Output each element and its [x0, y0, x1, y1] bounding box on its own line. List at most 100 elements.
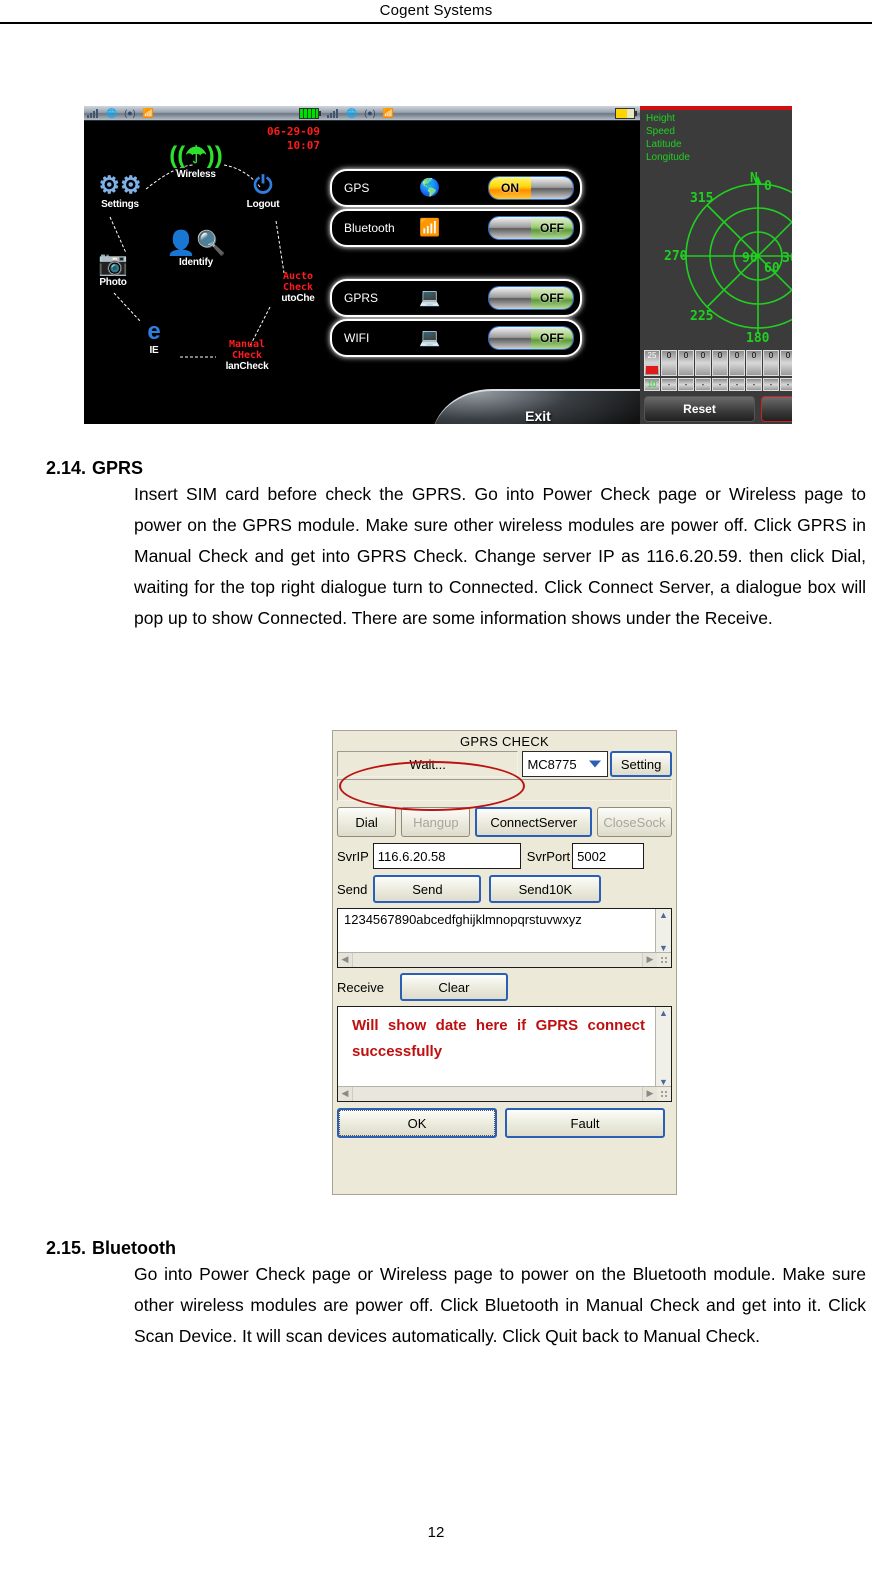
scroll-right-icon[interactable]: ▶: [643, 1087, 657, 1101]
desktop-icon-photo[interactable]: 📷 Photo: [84, 250, 146, 289]
close-sock-button-label: CloseSock: [603, 814, 666, 830]
antenna-icon: (●): [124, 107, 136, 118]
header-divider: [0, 22, 872, 24]
send-horizontal-scrollbar[interactable]: ◀ ▶: [338, 952, 671, 967]
desktop-icon-label: Wireless: [176, 169, 216, 180]
gprs-server-row: SvrIP 116.6.20.58 SvrPort 5002: [333, 843, 676, 869]
gprs-receive-row: Receive Clear: [333, 973, 676, 1001]
exit-button[interactable]: Exit: [432, 389, 640, 424]
exit-button-label: Exit: [525, 408, 551, 424]
scroll-up-icon[interactable]: ▲: [659, 909, 668, 921]
svg-text:90: 90: [742, 251, 758, 266]
toggle-switch-bluetooth[interactable]: OFF: [488, 216, 574, 240]
globe-icon: 🌐: [106, 107, 118, 118]
page-number: 12: [427, 1524, 445, 1541]
dial-button[interactable]: Dial: [337, 807, 397, 837]
resize-grip-icon[interactable]: [657, 1087, 671, 1101]
page-footer: 12: [0, 1524, 872, 1541]
toggle-knob: [489, 217, 531, 239]
gps-satellite-bars: 25 0 0 0 0 0 0 0 0 0 0 0 0 10 - - - -: [644, 350, 792, 391]
resize-grip-icon[interactable]: [657, 953, 671, 967]
toggle-knob: [531, 177, 573, 199]
gps-sat-cell: -: [763, 378, 779, 391]
ok-button-label: OK: [407, 1115, 427, 1131]
toggle-switch-gps[interactable]: ON: [488, 176, 574, 200]
modem-select[interactable]: MC8775: [522, 751, 609, 777]
section-bluetooth-title: Bluetooth: [92, 1238, 176, 1258]
gps-button-row: Reset Quit: [644, 396, 792, 422]
send10k-button-label: Send10K: [518, 881, 573, 897]
clear-button-label: Clear: [438, 979, 470, 995]
scroll-track[interactable]: [352, 1087, 643, 1101]
gps-quit-button[interactable]: Quit: [761, 396, 792, 422]
gps-sat-cell: 0: [695, 350, 711, 376]
receive-vertical-scrollbar[interactable]: ▲ ▼: [655, 1007, 671, 1088]
send10k-button[interactable]: Send10K: [489, 875, 602, 903]
svg-text:270: 270: [664, 249, 688, 264]
hangup-button-label: Hangup: [413, 814, 459, 830]
toggle-label: WIFI: [344, 331, 370, 345]
toggle-label: GPRS: [344, 291, 379, 305]
pda-gps-check-pane: Height 0.000 M Speed 0.000 KM/h Latitude In…: [640, 106, 792, 424]
send-button[interactable]: Send: [373, 875, 482, 903]
send-button-label: Send: [412, 881, 443, 897]
globe-icon: 🌐: [346, 107, 358, 118]
power-toggle-list: GPS 🌎 ON Bluetooth 📶 OFF GPRS 💻 OFF WIFI…: [324, 121, 640, 424]
scroll-left-icon[interactable]: ◀: [338, 1087, 352, 1101]
send-textarea-content: 1234567890abcedfghijklmnopqrstuvwxyz: [344, 912, 582, 927]
ok-button[interactable]: OK: [337, 1108, 497, 1138]
toggle-switch-gprs[interactable]: OFF: [488, 286, 574, 310]
toggle-state-label: OFF: [531, 217, 573, 239]
toggle-row-wifi[interactable]: WIFI 💻 OFF: [330, 319, 582, 357]
desktop-icon-identify[interactable]: 👤🔍 Identify: [160, 231, 232, 269]
svg-text:315: 315: [690, 191, 713, 206]
gps-readout-label: Latitude: [646, 139, 682, 150]
gps-reset-button[interactable]: Reset: [644, 396, 755, 422]
section-gprs: 2.14. GPRS Insert SIM card before check …: [0, 458, 872, 634]
gps-sat-cell: -: [678, 378, 694, 391]
desktop-icon-logout[interactable]: ⏻ Logout: [232, 172, 294, 211]
gps-readout-value: 0.000 KM/h: [770, 125, 792, 138]
toggle-state-label: OFF: [531, 287, 573, 309]
send-textarea[interactable]: 1234567890abcedfghijklmnopqrstuvwxyz ▲ ▼…: [337, 908, 672, 968]
bluetooth-icon: 📶: [419, 218, 441, 237]
gps-sat-row-id: 10 - - - - - - - - - - - -: [644, 378, 792, 391]
clear-button[interactable]: Clear: [399, 973, 508, 1001]
gps-satellite-globe-icon: 🌎: [419, 178, 441, 197]
receive-label: Receive: [337, 979, 384, 995]
send-vertical-scrollbar[interactable]: ▲ ▼: [655, 909, 671, 954]
toggle-row-gprs[interactable]: GPRS 💻 OFF: [330, 279, 582, 317]
fault-button[interactable]: Fault: [505, 1108, 665, 1138]
svrport-input[interactable]: 5002: [572, 843, 645, 869]
gps-sat-cell: -: [729, 378, 745, 391]
scroll-left-icon[interactable]: ◀: [338, 953, 352, 967]
gps-sat-cell: 0: [746, 350, 762, 376]
desktop-icon-settings[interactable]: ⚙⚙ Settings: [84, 173, 158, 211]
toggle-row-bluetooth[interactable]: Bluetooth 📶 OFF: [330, 209, 582, 247]
power-icon: ⏻: [253, 172, 273, 199]
connect-server-button[interactable]: ConnectServer: [475, 807, 592, 837]
gps-sat-cell: -: [695, 378, 711, 391]
hangup-button[interactable]: Hangup: [401, 807, 471, 837]
toggle-switch-wifi[interactable]: OFF: [488, 326, 574, 350]
svrip-input[interactable]: 116.6.20.58: [372, 843, 521, 869]
toggle-state-label: ON: [489, 177, 531, 199]
scroll-right-icon[interactable]: ▶: [643, 953, 657, 967]
camera-photo-icon: 📷: [98, 250, 128, 277]
gprs-footer-buttons-row: OK Fault: [333, 1108, 676, 1138]
gps-sat-cell: 25: [644, 350, 660, 376]
receive-horizontal-scrollbar[interactable]: ◀ ▶: [338, 1086, 671, 1101]
close-sock-button[interactable]: CloseSock: [596, 807, 673, 837]
modem-select-value: MC8775: [527, 756, 577, 772]
scroll-track[interactable]: [352, 953, 643, 967]
desktop-date: 06-29-09: [267, 125, 320, 138]
desktop-icon-wireless[interactable]: ((☂)) Wireless: [160, 143, 232, 181]
scroll-up-icon[interactable]: ▲: [659, 1007, 668, 1019]
desktop-icon-ie[interactable]: e IE: [128, 319, 180, 357]
receive-textarea[interactable]: Will show date here if GPRS connect succ…: [337, 1006, 672, 1102]
setting-button[interactable]: Setting: [610, 751, 672, 777]
gps-readout-label: Longitude: [646, 152, 690, 163]
laptop-globe-icon: 💻: [419, 288, 441, 307]
toggle-row-gps[interactable]: GPS 🌎 ON: [330, 169, 582, 207]
toggle-label: GPS: [344, 181, 370, 195]
